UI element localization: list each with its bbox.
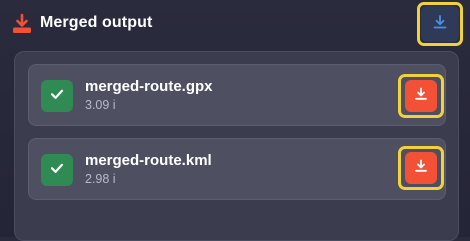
file-size: 3.09 i [85,98,116,112]
checkmark-icon [49,160,65,181]
file-size: 2.98 i [85,172,116,186]
download-tray-icon [11,13,33,35]
download-all-button[interactable] [421,6,459,42]
file-name: merged-route.kml [85,152,212,169]
download-file-button[interactable] [405,152,437,184]
merged-output-header: Merged output [0,0,470,50]
section-title: Merged output [40,14,153,31]
file-name: merged-route.gpx [85,78,213,95]
file-item: merged-route.gpx 3.09 i [28,64,446,126]
download-icon [414,159,428,178]
status-badge [41,80,73,112]
file-item: merged-route.kml 2.98 i [28,138,446,200]
download-icon [432,14,448,35]
download-file-button[interactable] [405,80,437,112]
checkmark-icon [49,86,65,107]
download-icon [414,87,428,106]
status-badge [41,154,73,186]
